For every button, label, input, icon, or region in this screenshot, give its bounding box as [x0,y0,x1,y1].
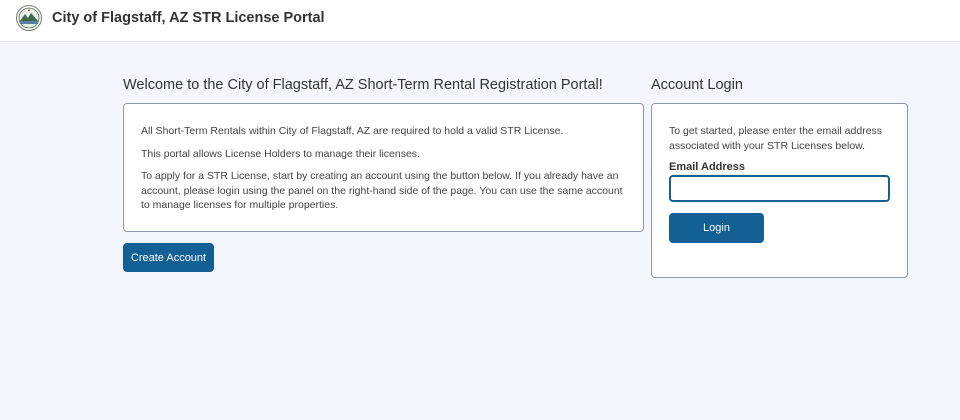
login-heading: Account Login [651,77,743,93]
info-paragraph: All Short-Term Rentals within City of Fl… [141,125,564,137]
site-header: City of Flagstaff, AZ STR License Portal [0,0,960,42]
info-panel: All Short-Term Rentals within City of Fl… [123,103,644,232]
portal-title: City of Flagstaff, AZ STR License Portal [52,10,325,26]
login-panel: To get started, please enter the email a… [651,103,908,278]
login-button[interactable]: Login [669,213,764,243]
info-paragraph: This portal allows License Holders to ma… [141,147,420,160]
email-field[interactable] [669,175,890,202]
info-paragraph: To apply for a STR License, start by cre… [141,170,623,211]
login-intro-text: To get started, please enter the email a… [669,125,883,152]
create-account-button[interactable]: Create Account [123,243,214,272]
email-label: Email Address [669,161,746,173]
city-seal-icon[interactable] [16,5,42,31]
welcome-heading: Welcome to the City of Flagstaff, AZ Sho… [123,77,603,93]
